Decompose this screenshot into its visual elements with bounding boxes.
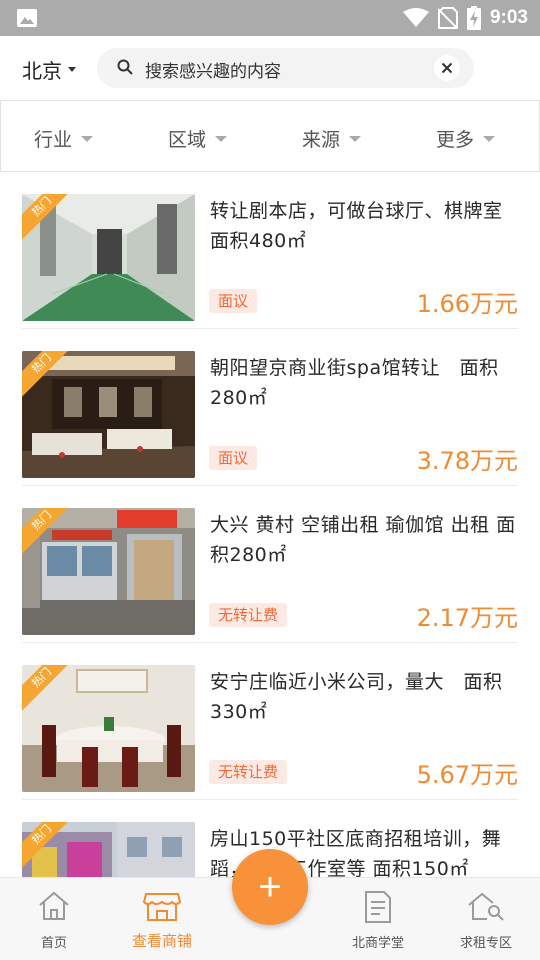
building-photo: 热门 bbox=[22, 822, 195, 877]
house-search-icon bbox=[468, 892, 504, 921]
list-item[interactable]: 热门 朝阳望京商业街spa馆转让 面积280㎡ 面议 3.78万元 bbox=[0, 329, 540, 486]
plus-icon: + bbox=[258, 865, 282, 909]
caret-down-icon bbox=[215, 135, 228, 142]
list-item[interactable]: 热门 安宁庄临近小米公司，量大 面积330㎡ 无转让费 5.67万元 bbox=[0, 643, 540, 800]
add-listing-button[interactable]: + bbox=[232, 849, 308, 925]
filter-label: 行业 bbox=[34, 129, 73, 151]
city-selector[interactable]: 北京 bbox=[22, 55, 76, 84]
listing-price: 2.17万元 bbox=[416, 604, 518, 632]
photo-icon bbox=[17, 9, 37, 27]
listing-title: 安宁庄临近小米公司，量大 面积330㎡ bbox=[210, 671, 503, 723]
dining-room-photo: 热门 bbox=[22, 665, 195, 792]
nav-shops[interactable]: 查看商铺 bbox=[108, 878, 216, 960]
caret-down-icon bbox=[68, 67, 76, 72]
listing-list: 热门 转让剧本店，可做台球厅、棋牌室 面积480㎡ 面议 1.66万元 热门 朝… bbox=[0, 172, 540, 877]
search-input[interactable]: 搜索感兴趣的内容 bbox=[97, 48, 474, 88]
listing-tag: 无转让费 bbox=[209, 760, 288, 784]
list-item[interactable]: 热门 大兴 黄村 空铺出租 瑜伽馆 出租 面积280㎡ 无转让费 2.17万元 bbox=[0, 486, 540, 643]
spa-room-photo: 热门 bbox=[22, 351, 195, 478]
nav-label: 首页 bbox=[40, 936, 67, 951]
search-placeholder: 搜索感兴趣的内容 bbox=[145, 62, 281, 82]
caret-down-icon bbox=[81, 135, 94, 142]
search-icon bbox=[117, 59, 133, 75]
listing-title: 转让剧本店，可做台球厅、棋牌室 面积480㎡ bbox=[210, 200, 503, 252]
close-icon bbox=[441, 62, 453, 74]
clock: 9:03 bbox=[489, 7, 528, 28]
header: 北京 搜索感兴趣的内容 bbox=[0, 36, 540, 100]
nav-label: 求租专区 bbox=[459, 936, 512, 951]
nav-rent-request[interactable]: 求租专区 bbox=[432, 878, 540, 960]
status-bar: 9:03 bbox=[0, 0, 540, 36]
nav-label: 查看商铺 bbox=[131, 932, 192, 950]
no-sim-icon bbox=[437, 7, 458, 29]
city-label: 北京 bbox=[22, 59, 62, 83]
home-icon bbox=[39, 891, 69, 920]
filter-bar: 行业 区域 来源 更多 bbox=[0, 100, 540, 172]
listing-tag: 无转让费 bbox=[209, 603, 288, 627]
nav-label: 北商学堂 bbox=[351, 936, 404, 951]
filter-source[interactable]: 来源 bbox=[302, 125, 362, 152]
document-icon bbox=[365, 891, 391, 923]
nav-home[interactable]: 首页 bbox=[0, 878, 108, 960]
listing-tag: 面议 bbox=[209, 446, 258, 470]
wifi-icon bbox=[402, 8, 429, 27]
listing-title: 朝阳望京商业街spa馆转让 面积280㎡ bbox=[210, 357, 499, 409]
nav-school[interactable]: 北商学堂 bbox=[324, 878, 432, 960]
list-item[interactable]: 热门 转让剧本店，可做台球厅、棋牌室 面积480㎡ 面议 1.66万元 bbox=[0, 172, 540, 329]
listing-tag: 面议 bbox=[209, 289, 258, 313]
filter-label: 来源 bbox=[302, 129, 341, 151]
filter-area[interactable]: 区域 bbox=[168, 125, 228, 152]
filter-label: 更多 bbox=[436, 129, 475, 151]
battery-charging-icon bbox=[466, 6, 481, 30]
caret-down-icon bbox=[349, 135, 362, 142]
corridor-photo: 热门 bbox=[22, 194, 195, 321]
filter-label: 区域 bbox=[168, 129, 207, 151]
caret-down-icon bbox=[483, 135, 496, 142]
filter-more[interactable]: 更多 bbox=[436, 125, 496, 152]
listing-price: 5.67万元 bbox=[416, 761, 518, 789]
clear-search-button[interactable] bbox=[434, 55, 460, 81]
listing-price: 1.66万元 bbox=[416, 290, 518, 318]
filter-industry[interactable]: 行业 bbox=[34, 125, 94, 152]
listing-price: 3.78万元 bbox=[416, 447, 518, 475]
shop-icon bbox=[143, 893, 181, 921]
storefront-photo: 热门 bbox=[22, 508, 195, 635]
listing-title: 大兴 黄村 空铺出租 瑜伽馆 出租 面积280㎡ bbox=[210, 514, 516, 566]
